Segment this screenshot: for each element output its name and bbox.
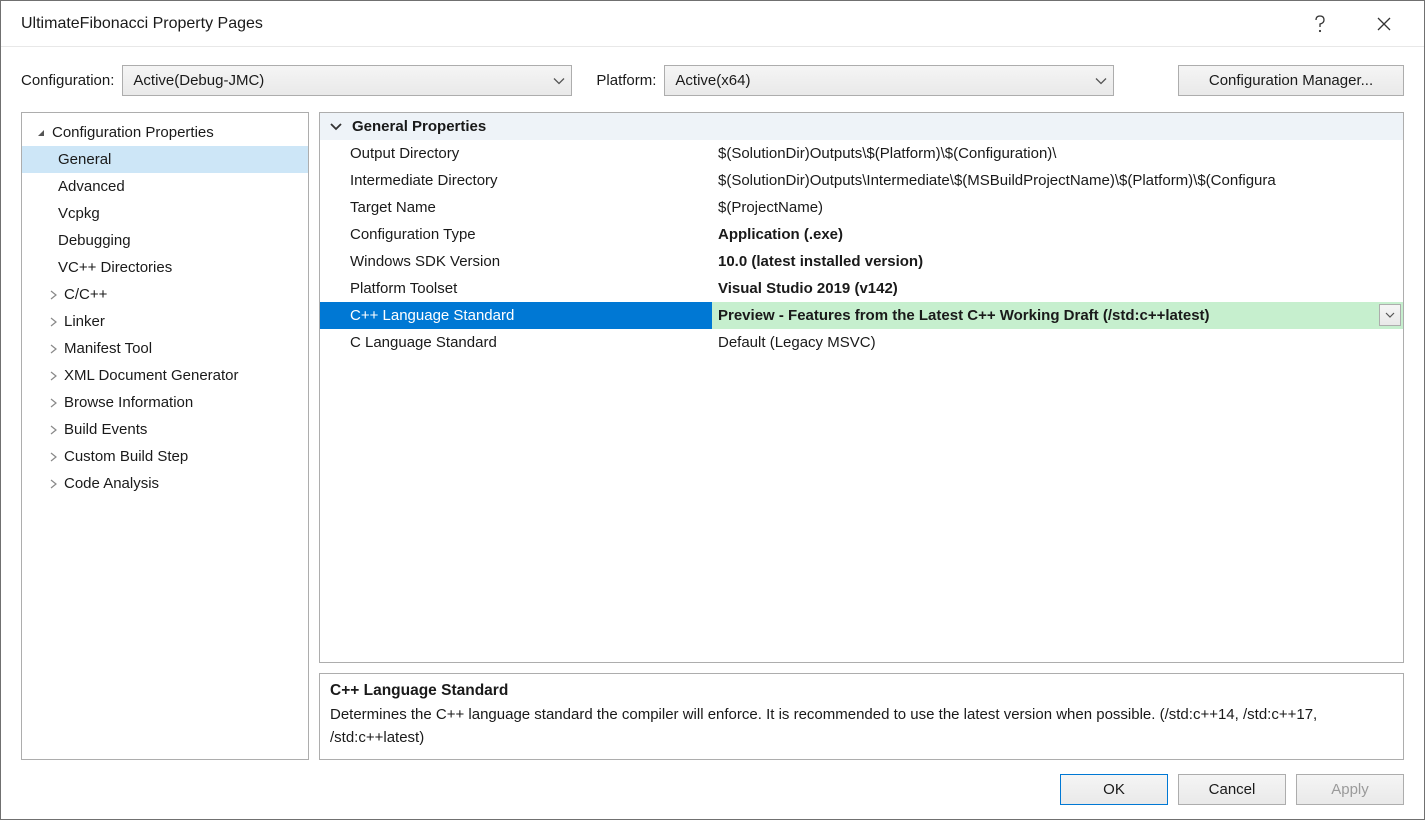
chevron-down-icon <box>553 72 565 89</box>
config-platform-row: Configuration: Active(Debug-JMC) Platfor… <box>1 47 1424 112</box>
dialog-body: Configuration Properties General Advanced… <box>1 112 1424 760</box>
tree-item[interactable]: XML Document Generator <box>22 362 308 389</box>
chevron-down-icon <box>1385 312 1395 318</box>
property-row[interactable]: Platform ToolsetVisual Studio 2019 (v142… <box>320 275 1403 302</box>
property-row[interactable]: Configuration TypeApplication (.exe) <box>320 221 1403 248</box>
property-column: General Properties Output Directory$(Sol… <box>319 112 1404 760</box>
chevron-right-icon <box>46 342 60 356</box>
titlebar: UltimateFibonacci Property Pages <box>1 1 1424 47</box>
property-label: C++ Language Standard <box>320 302 712 329</box>
property-label: Configuration Type <box>320 221 712 248</box>
tree-item[interactable]: Manifest Tool <box>22 335 308 362</box>
cancel-button[interactable]: Cancel <box>1178 774 1286 805</box>
help-button[interactable] <box>1298 8 1342 40</box>
tree-item-label: Build Events <box>64 421 147 438</box>
tree-item-label: Debugging <box>58 232 131 249</box>
tree-item-label: Code Analysis <box>64 475 159 492</box>
chevron-down-icon <box>330 118 342 135</box>
platform-combo[interactable]: Active(x64) <box>664 65 1114 96</box>
property-grid[interactable]: General Properties Output Directory$(Sol… <box>319 112 1404 663</box>
tree-item[interactable]: Vcpkg <box>22 200 308 227</box>
property-label: Output Directory <box>320 140 712 167</box>
tree-item-label: General <box>58 151 111 168</box>
apply-button[interactable]: Apply <box>1296 774 1404 805</box>
chevron-right-icon <box>46 288 60 302</box>
description-text: Determines the C++ language standard the… <box>330 704 1393 749</box>
tree-item-label: Custom Build Step <box>64 448 188 465</box>
chevron-down-icon <box>1095 72 1107 89</box>
property-row[interactable]: Target Name$(ProjectName) <box>320 194 1403 221</box>
tree-item[interactable]: VC++ Directories <box>22 254 308 281</box>
help-icon <box>1314 15 1326 33</box>
tree-item-label: Vcpkg <box>58 205 100 222</box>
window-title: UltimateFibonacci Property Pages <box>21 15 1298 33</box>
platform-label: Platform: <box>596 72 656 89</box>
property-label: Windows SDK Version <box>320 248 712 275</box>
property-label: C Language Standard <box>320 329 712 356</box>
tree-item-label: VC++ Directories <box>58 259 172 276</box>
tree-item-label: C/C++ <box>64 286 107 303</box>
property-value[interactable]: 10.0 (latest installed version) <box>712 248 1403 275</box>
navigation-tree[interactable]: Configuration Properties General Advanced… <box>21 112 309 760</box>
configuration-label: Configuration: <box>21 72 114 89</box>
tree-item-label: Advanced <box>58 178 125 195</box>
property-label: Intermediate Directory <box>320 167 712 194</box>
configuration-value: Active(Debug-JMC) <box>133 72 264 89</box>
property-value[interactable]: $(ProjectName) <box>712 194 1403 221</box>
chevron-right-icon <box>46 315 60 329</box>
chevron-right-icon <box>46 450 60 464</box>
tree-item[interactable]: Advanced <box>22 173 308 200</box>
close-icon <box>1377 17 1391 31</box>
property-value[interactable]: $(SolutionDir)Outputs\$(Platform)\$(Conf… <box>712 140 1403 167</box>
tree-item[interactable]: Custom Build Step <box>22 443 308 470</box>
description-title: C++ Language Standard <box>330 682 1393 700</box>
dialog-buttons: OK Cancel Apply <box>1 760 1424 819</box>
chevron-right-icon <box>46 396 60 410</box>
tree-item[interactable]: Linker <box>22 308 308 335</box>
property-value[interactable]: Preview - Features from the Latest C++ W… <box>712 302 1403 329</box>
dropdown-button[interactable] <box>1379 304 1401 326</box>
description-panel: C++ Language Standard Determines the C++… <box>319 673 1404 760</box>
tree-item-label: Linker <box>64 313 105 330</box>
property-row[interactable]: Intermediate Directory$(SolutionDir)Outp… <box>320 167 1403 194</box>
close-button[interactable] <box>1362 8 1406 40</box>
configuration-manager-button[interactable]: Configuration Manager... <box>1178 65 1404 96</box>
tree-root-item[interactable]: Configuration Properties <box>22 119 308 146</box>
property-value[interactable]: $(SolutionDir)Outputs\Intermediate\$(MSB… <box>712 167 1403 194</box>
tree-item[interactable]: Code Analysis <box>22 470 308 497</box>
property-pages-dialog: UltimateFibonacci Property Pages Configu… <box>0 0 1425 820</box>
property-label: Target Name <box>320 194 712 221</box>
tree-item[interactable]: C/C++ <box>22 281 308 308</box>
property-value[interactable]: Default (Legacy MSVC) <box>712 329 1403 356</box>
property-value[interactable]: Application (.exe) <box>712 221 1403 248</box>
property-section-header[interactable]: General Properties <box>320 113 1403 140</box>
property-row[interactable]: C++ Language StandardPreview - Features … <box>320 302 1403 329</box>
platform-value: Active(x64) <box>675 72 750 89</box>
tree-item[interactable]: Browse Information <box>22 389 308 416</box>
tree-item[interactable]: General <box>22 146 308 173</box>
tree-item[interactable]: Debugging <box>22 227 308 254</box>
chevron-right-icon <box>46 477 60 491</box>
ok-button[interactable]: OK <box>1060 774 1168 805</box>
configuration-combo[interactable]: Active(Debug-JMC) <box>122 65 572 96</box>
chevron-right-icon <box>46 369 60 383</box>
property-value[interactable]: Visual Studio 2019 (v142) <box>712 275 1403 302</box>
property-row[interactable]: Windows SDK Version10.0 (latest installe… <box>320 248 1403 275</box>
property-label: Platform Toolset <box>320 275 712 302</box>
tree-item[interactable]: Build Events <box>22 416 308 443</box>
tree-item-label: Browse Information <box>64 394 193 411</box>
chevron-down-icon <box>34 126 48 140</box>
tree-item-label: XML Document Generator <box>64 367 239 384</box>
chevron-right-icon <box>46 423 60 437</box>
property-row[interactable]: C Language StandardDefault (Legacy MSVC) <box>320 329 1403 356</box>
tree-item-label: Manifest Tool <box>64 340 152 357</box>
property-row[interactable]: Output Directory$(SolutionDir)Outputs\$(… <box>320 140 1403 167</box>
